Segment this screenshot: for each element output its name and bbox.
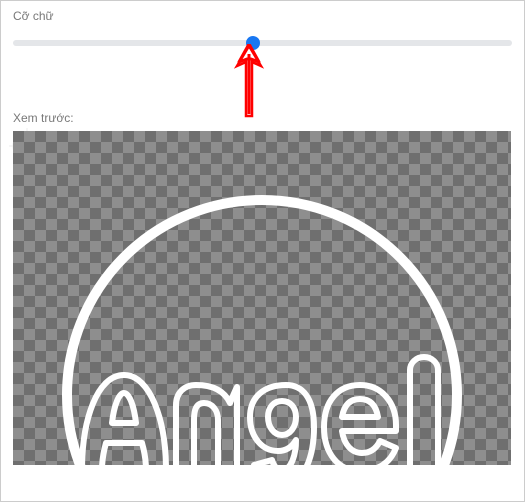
slider-track [13, 40, 512, 46]
preview-canvas [13, 131, 511, 465]
preview-text-art [42, 175, 482, 465]
preview-label: Xem trước: [13, 111, 512, 125]
font-size-label: Cỡ chữ [13, 9, 512, 23]
slider-thumb[interactable] [246, 36, 260, 50]
font-size-slider[interactable] [13, 33, 512, 53]
